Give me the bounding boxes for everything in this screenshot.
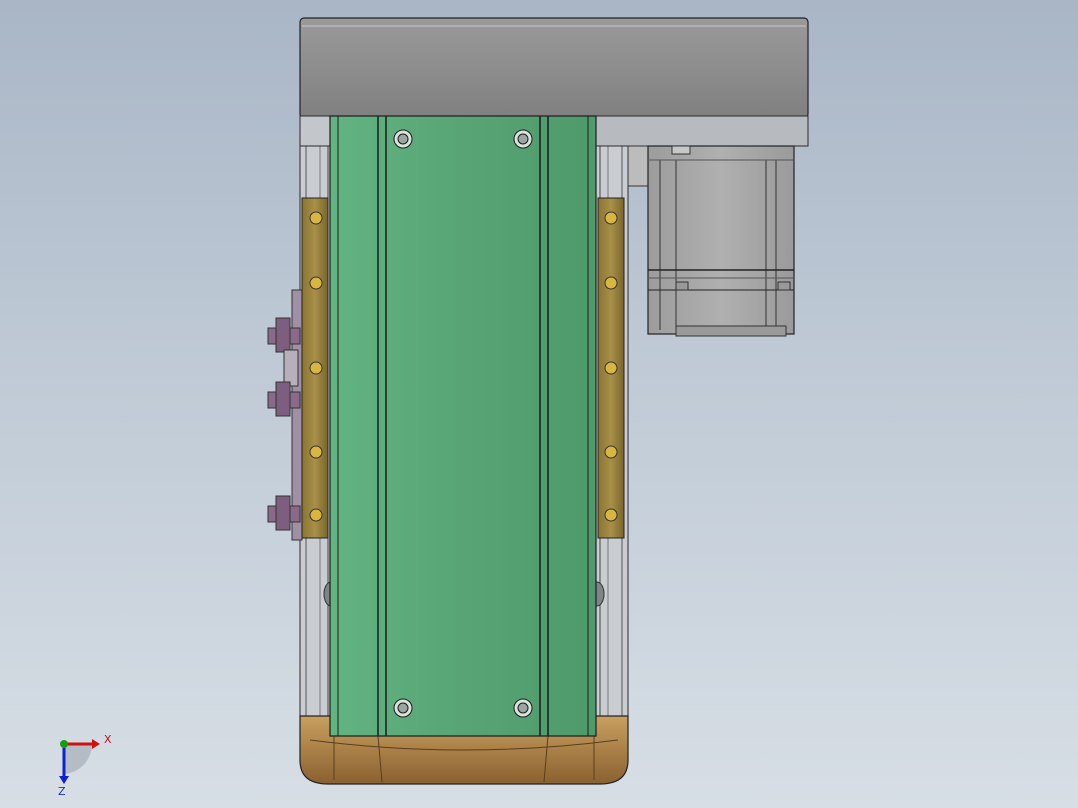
green-carriage-cover xyxy=(329,115,597,737)
z-axis-arrow xyxy=(59,776,69,784)
graphics-viewport[interactable]: X Z xyxy=(0,0,1078,808)
right-guide-rail xyxy=(597,197,625,539)
cad-model-view[interactable] xyxy=(0,0,1078,808)
left-clamp-blocks xyxy=(267,289,303,541)
servo-motor xyxy=(627,145,795,337)
y-axis-dot xyxy=(60,740,68,748)
left-guide-rail xyxy=(301,197,329,539)
orientation-triad[interactable]: X Z xyxy=(44,728,124,798)
z-axis-label: Z xyxy=(58,785,66,798)
triad-plane xyxy=(64,744,93,774)
x-axis-arrow xyxy=(92,739,100,749)
x-axis-label: X xyxy=(104,733,112,746)
